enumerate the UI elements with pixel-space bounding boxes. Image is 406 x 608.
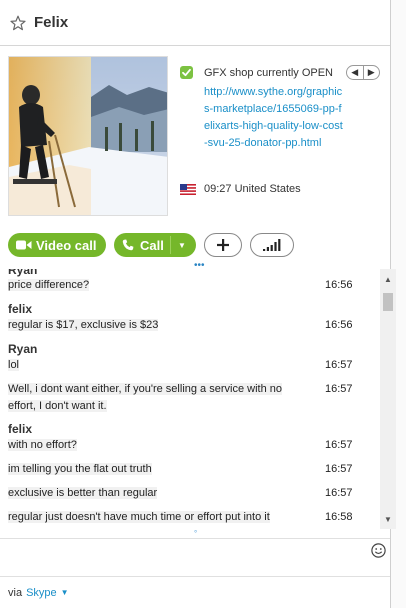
profile-photo[interactable] — [8, 56, 168, 216]
smiley-icon[interactable] — [371, 543, 386, 558]
phone-icon — [122, 239, 134, 251]
video-camera-icon — [16, 240, 32, 250]
mood-navigation: ◀ ▶ — [346, 65, 380, 80]
call-quality-bars-icon — [263, 239, 281, 251]
message-sender: felix — [8, 422, 33, 436]
video-call-button[interactable]: Video call — [8, 233, 106, 257]
chevron-down-icon[interactable]: ▼ — [178, 233, 186, 257]
footer: via Skype ▼ — [0, 576, 390, 608]
plus-icon — [217, 239, 229, 251]
previous-arrow-icon[interactable]: ◀ — [347, 66, 363, 79]
chat-scrollbar[interactable]: ▲ ▼ — [380, 269, 396, 529]
message-text-continued: effort, I don't want it. — [8, 400, 107, 412]
video-call-label: Video call — [36, 237, 97, 253]
message-time: 16:58 — [325, 511, 353, 523]
message-sender: felix — [8, 302, 33, 316]
via-label: via — [8, 586, 23, 599]
call-quality-button[interactable] — [250, 233, 294, 257]
message-time: 16:56 — [325, 319, 353, 331]
message-time: 16:57 — [325, 383, 353, 395]
star-outline-icon[interactable] — [10, 15, 26, 31]
call-button[interactable]: Call ▼ — [114, 233, 196, 257]
message-text: lol — [8, 359, 20, 371]
chevron-down-icon[interactable]: ▼ — [61, 588, 69, 597]
message-sender: Ryan — [8, 342, 38, 356]
add-button[interactable] — [204, 233, 242, 257]
message-input[interactable] — [0, 538, 390, 576]
country: United States — [234, 183, 301, 195]
message-time: 16:57 — [325, 463, 353, 475]
message-time: 16:57 — [325, 487, 353, 499]
scrollbar-thumb[interactable] — [383, 293, 393, 311]
profile-photo-image — [9, 57, 167, 215]
conversation-header: Felix — [0, 0, 390, 46]
us-flag-icon — [180, 183, 196, 195]
message-text: exclusive is better than regular — [8, 487, 158, 499]
message-text: with no effort? — [8, 439, 77, 451]
mood-status-row: GFX shop currently OPEN — [180, 66, 333, 79]
mood-status-text: GFX shop currently OPEN — [204, 66, 333, 79]
message-text: regular is $17, exclusive is $23 — [8, 319, 159, 331]
call-label: Call — [140, 237, 164, 253]
scroll-up-arrow-icon[interactable]: ▲ — [380, 271, 396, 287]
service-selector[interactable]: Skype — [26, 587, 57, 599]
conversation-history: Ryan price difference? 16:56 felix regul… — [0, 269, 380, 529]
local-time: 09:27 — [204, 183, 232, 195]
call-actions: Video call Call ▼ — [8, 233, 294, 257]
location-row: 09:27 United States — [180, 183, 301, 195]
message-text: im telling you the flat out truth — [8, 463, 152, 475]
compose-resize-handle-icon[interactable]: ° — [194, 529, 197, 538]
scroll-down-arrow-icon[interactable]: ▼ — [380, 511, 396, 527]
message-text: regular just doesn't have much time or e… — [8, 511, 270, 523]
message-time: 16:56 — [325, 279, 353, 291]
next-arrow-icon[interactable]: ▶ — [362, 66, 380, 79]
mood-link[interactable]: http://www.sythe.org/graphics-marketplac… — [204, 84, 344, 152]
message-text: price difference? — [8, 279, 90, 291]
contact-name: Felix — [34, 14, 69, 31]
message-time: 16:57 — [325, 439, 353, 451]
call-button-divider — [170, 236, 171, 254]
green-check-badge-icon — [180, 66, 193, 79]
message-time: 16:57 — [325, 359, 353, 371]
